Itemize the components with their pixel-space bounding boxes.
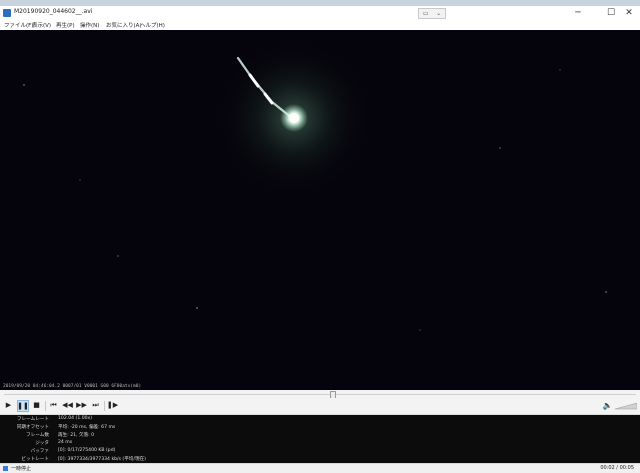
stat-sync-offset-label: 同期オフセット	[16, 425, 49, 430]
stat-bitrate-value: [0]: 3977334/3977334 kb/s (平均/現在)	[58, 457, 146, 462]
play-button[interactable]: ▶	[3, 400, 14, 411]
status-text: 一時停止	[11, 466, 32, 472]
video-frame[interactable]: 2019/09/20 04:46:04.2 0007/01 V0001 G00 …	[0, 30, 640, 390]
app-icon	[3, 9, 11, 17]
pause-button[interactable]: ❚❚	[17, 400, 29, 412]
control-separator	[45, 401, 46, 411]
close-button[interactable]: ✕	[618, 6, 640, 20]
stat-jitter-value: 24 ms	[58, 440, 73, 445]
stat-jitter-label: ジッタ	[35, 441, 49, 446]
menu-navigate[interactable]: 操作(N)	[80, 21, 99, 29]
fast-forward-button[interactable]: ▶▶	[76, 400, 87, 411]
statistics-panel: フレームレート 102.04 (1.00x) 同期オフセット 平均: -20 m…	[0, 415, 640, 463]
previous-button[interactable]: ⏮	[48, 400, 59, 411]
stat-frames-value: 再生: 21, 欠落: 0	[58, 433, 95, 438]
frame-step-button[interactable]: ❚▶	[107, 400, 118, 411]
title-bar: M20190920_044602__.avi ▭ ⌄ ─ ☐ ✕	[0, 6, 640, 20]
playback-controls: ▶ ❚❚ ■ ⏮ ◀◀ ▶▶ ⏭ ❚▶ 🔈	[0, 398, 640, 415]
meteor-video-image	[23, 38, 607, 331]
volume-slider[interactable]	[615, 402, 637, 410]
stat-buffer-label: バッファ	[30, 449, 49, 454]
stat-framerate-label: フレームレート	[16, 417, 49, 422]
stat-sync-offset-value: 平均: -20 ms, 偏差: 67 ms	[58, 425, 116, 430]
next-button[interactable]: ⏭	[90, 400, 101, 411]
window-title: M20190920_044602__.avi	[14, 8, 93, 15]
meteor-core	[289, 113, 299, 123]
seek-bar[interactable]	[0, 390, 640, 399]
minimize-button[interactable]: ─	[567, 6, 589, 20]
dropdown-icon[interactable]: ⌄	[436, 10, 441, 17]
status-icon	[3, 466, 8, 471]
seek-track[interactable]	[4, 394, 636, 395]
menu-file[interactable]: ファイル(F)	[4, 21, 33, 29]
video-timestamp-overlay: 2019/09/20 04:46:04.2 0007/01 V0001 G00 …	[3, 384, 142, 389]
stat-framerate-value: 102.04 (1.00x)	[58, 416, 93, 421]
background-window-text	[4, 0, 6, 5]
title-extra-buttons[interactable]: ▭ ⌄	[418, 8, 446, 19]
menu-help[interactable]: ヘルプ(H)	[140, 21, 165, 29]
stat-buffer-value: [0]: 0/17/275400 KB (pd)	[58, 448, 116, 453]
rewind-button[interactable]: ◀◀	[62, 400, 73, 411]
control-separator	[104, 401, 105, 411]
menu-view[interactable]: 表示(V)	[32, 21, 51, 29]
status-time: 00:02 / 00:05	[600, 465, 634, 471]
restore-small-icon[interactable]: ▭	[423, 10, 429, 17]
stop-button[interactable]: ■	[31, 400, 42, 411]
stat-frames-label: フレーム数	[26, 433, 49, 438]
menu-favorites[interactable]: お気に入り(A)	[106, 21, 142, 29]
menu-play[interactable]: 再生(P)	[56, 21, 75, 29]
stat-bitrate-label: ビットレート	[21, 457, 49, 462]
volume-icon[interactable]: 🔈	[602, 400, 613, 411]
